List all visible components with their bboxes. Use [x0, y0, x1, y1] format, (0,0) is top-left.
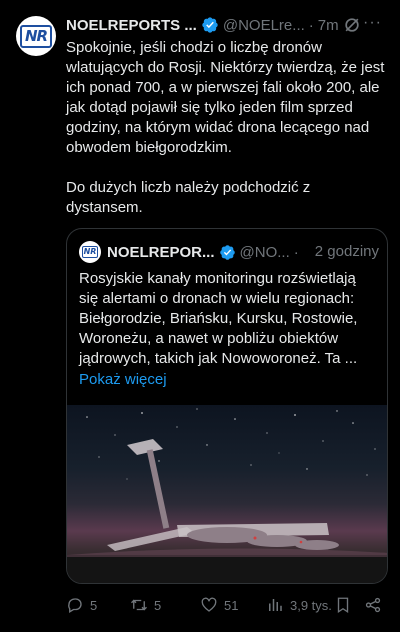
- share-button[interactable]: [364, 594, 388, 616]
- repost-button[interactable]: 5: [130, 594, 161, 616]
- quote-author-handle: @NO...: [239, 243, 290, 261]
- tweet[interactable]: NR NOELREPORTS ... @NOELre... · 7m ··· S…: [0, 0, 400, 632]
- quote-avatar-logo: NR: [81, 246, 99, 258]
- drone-photo: [67, 408, 387, 583]
- separator-dot: ·: [308, 16, 314, 34]
- author-name[interactable]: NOELREPORTS ...: [66, 17, 197, 34]
- verified-badge-icon: [202, 17, 218, 33]
- show-more-link[interactable]: Pokaż więcej: [79, 371, 167, 388]
- reply-button[interactable]: 5: [66, 594, 97, 616]
- heart-icon: [201, 597, 217, 612]
- bookmark-icon: [337, 597, 349, 614]
- avatar[interactable]: NR: [16, 16, 56, 56]
- like-count: 51: [224, 597, 239, 613]
- reply-count: 5: [90, 597, 98, 613]
- grok-icon[interactable]: [342, 15, 362, 35]
- tweet-text: Spokojnie, jeśli chodzi o liczbę dronów …: [66, 39, 385, 216]
- more-options-icon[interactable]: ···: [363, 14, 382, 32]
- tweet-header: NOELREPORTS ... @NOELre... · 7m ···: [66, 14, 386, 36]
- views-icon: [269, 599, 282, 611]
- quote-author-name: NOELREPOR...: [107, 243, 215, 261]
- views-count: 3,9 tys.: [290, 597, 332, 613]
- verified-badge-icon: [219, 244, 235, 260]
- avatar-logo: NR: [19, 24, 53, 48]
- author-handle[interactable]: @NOELre...: [223, 17, 305, 34]
- separator-dot: ·: [293, 243, 299, 261]
- reply-icon: [68, 598, 82, 613]
- like-button[interactable]: 51: [200, 594, 238, 616]
- repost-count: 5: [154, 597, 162, 613]
- bookmark-button[interactable]: [334, 594, 358, 616]
- quote-avatar: NR: [79, 241, 101, 263]
- quote-header: NOELREPOR... @NO... · 2 godziny: [107, 241, 379, 263]
- quoted-tweet[interactable]: NR NOELREPOR... @NO... · 2 godziny Rosyj…: [66, 228, 388, 584]
- action-bar: 5 5 51 3,9 tys.: [66, 594, 388, 616]
- quote-timestamp: 2 godziny: [314, 243, 379, 260]
- timestamp[interactable]: 7m: [318, 17, 339, 34]
- views-button[interactable]: 3,9 tys.: [266, 594, 332, 616]
- quote-text: Rosyjskie kanały monitoringu rozświetlaj…: [79, 270, 358, 367]
- share-icon: [365, 597, 381, 613]
- quote-image[interactable]: [67, 405, 387, 583]
- repost-icon: [131, 599, 147, 611]
